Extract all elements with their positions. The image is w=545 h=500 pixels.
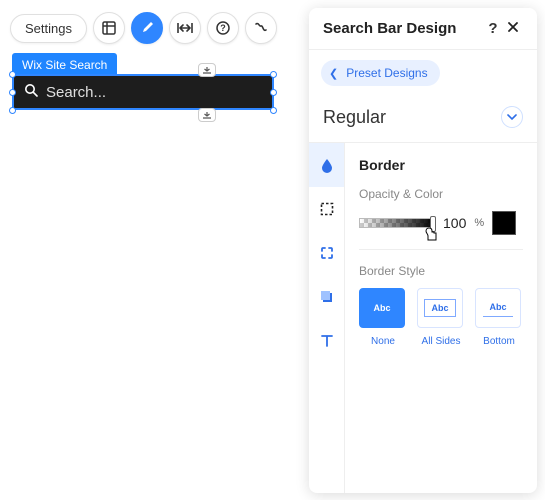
side-tabs xyxy=(309,143,345,493)
style-option-bottom[interactable]: Abc Bottom xyxy=(475,288,523,347)
resize-handle-tl[interactable] xyxy=(9,71,16,78)
opacity-label: Opacity & Color xyxy=(359,187,523,201)
tab-border[interactable] xyxy=(309,187,344,231)
opacity-row: 100% xyxy=(359,211,523,235)
resize-handle-mr[interactable] xyxy=(270,89,277,96)
help-icon: ? xyxy=(216,21,230,35)
chevron-left-icon: ❮ xyxy=(329,67,338,80)
border-style-row: Abc None Abc All Sides Abc Bottom xyxy=(359,288,523,347)
style-option-all[interactable]: Abc All Sides xyxy=(417,288,465,347)
anchor-bottom[interactable] xyxy=(198,108,216,122)
search-icon xyxy=(24,83,38,102)
color-swatch[interactable] xyxy=(492,211,516,235)
text-icon xyxy=(319,333,335,349)
divider xyxy=(359,249,523,250)
anchor-top[interactable] xyxy=(198,63,216,77)
brush-icon xyxy=(140,21,154,35)
panel-help-button[interactable]: ? xyxy=(483,20,503,37)
layout-icon xyxy=(102,21,116,35)
opacity-slider[interactable] xyxy=(359,218,435,228)
search-placeholder: Search... xyxy=(46,84,106,101)
svg-text:?: ? xyxy=(220,23,226,33)
style-option-none[interactable]: Abc None xyxy=(359,288,407,347)
style-label-all: All Sides xyxy=(417,336,465,347)
state-label: Regular xyxy=(323,107,501,128)
close-icon xyxy=(507,21,519,33)
search-bar-element[interactable]: Search... xyxy=(12,74,274,110)
style-label-none: None xyxy=(359,336,407,347)
help-button[interactable]: ? xyxy=(207,12,239,44)
shadow-icon xyxy=(319,289,335,305)
stretch-button[interactable] xyxy=(169,12,201,44)
layout-button[interactable] xyxy=(93,12,125,44)
anchor-down-icon xyxy=(202,66,212,74)
preset-row: ❮ Preset Designs xyxy=(309,50,537,96)
anchor-down-icon xyxy=(202,111,212,119)
style-sample: Abc xyxy=(424,299,455,317)
tab-text[interactable] xyxy=(309,319,344,363)
design-panel: Search Bar Design ? ❮ Preset Designs Reg… xyxy=(309,8,537,493)
resize-handle-br[interactable] xyxy=(270,107,277,114)
style-sample: Abc xyxy=(483,299,512,317)
drop-icon xyxy=(319,157,335,173)
border-style-label: Border Style xyxy=(359,264,523,278)
state-selector[interactable]: Regular xyxy=(309,96,537,143)
section-title: Border xyxy=(359,157,523,173)
opacity-unit: % xyxy=(474,217,484,229)
tab-corners[interactable] xyxy=(309,231,344,275)
settings-button[interactable]: Settings xyxy=(10,14,87,43)
style-label-bottom: Bottom xyxy=(475,336,523,347)
cursor-icon xyxy=(424,227,440,248)
corners-icon xyxy=(319,245,335,261)
resize-handle-bl[interactable] xyxy=(9,107,16,114)
opacity-value: 100 xyxy=(443,215,466,231)
resize-handle-ml[interactable] xyxy=(9,89,16,96)
tab-shadow[interactable] xyxy=(309,275,344,319)
tab-fill[interactable] xyxy=(309,143,344,187)
dashed-square-icon xyxy=(319,201,335,217)
animation-button[interactable] xyxy=(245,12,277,44)
panel-body: Border Opacity & Color 100% Border Style… xyxy=(309,143,537,493)
panel-title: Search Bar Design xyxy=(323,20,456,37)
animation-icon xyxy=(254,21,268,35)
editor-toolbar: Settings ? xyxy=(10,12,277,44)
close-button[interactable] xyxy=(503,20,523,37)
preset-designs-button[interactable]: ❮ Preset Designs xyxy=(321,60,440,86)
stretch-icon xyxy=(177,22,193,34)
section-content: Border Opacity & Color 100% Border Style… xyxy=(345,143,537,493)
preset-label: Preset Designs xyxy=(346,66,427,80)
design-button[interactable] xyxy=(131,12,163,44)
style-sample: Abc xyxy=(367,300,396,316)
chevron-down-icon xyxy=(501,106,523,128)
resize-handle-tr[interactable] xyxy=(270,71,277,78)
panel-header: Search Bar Design ? xyxy=(309,8,537,50)
